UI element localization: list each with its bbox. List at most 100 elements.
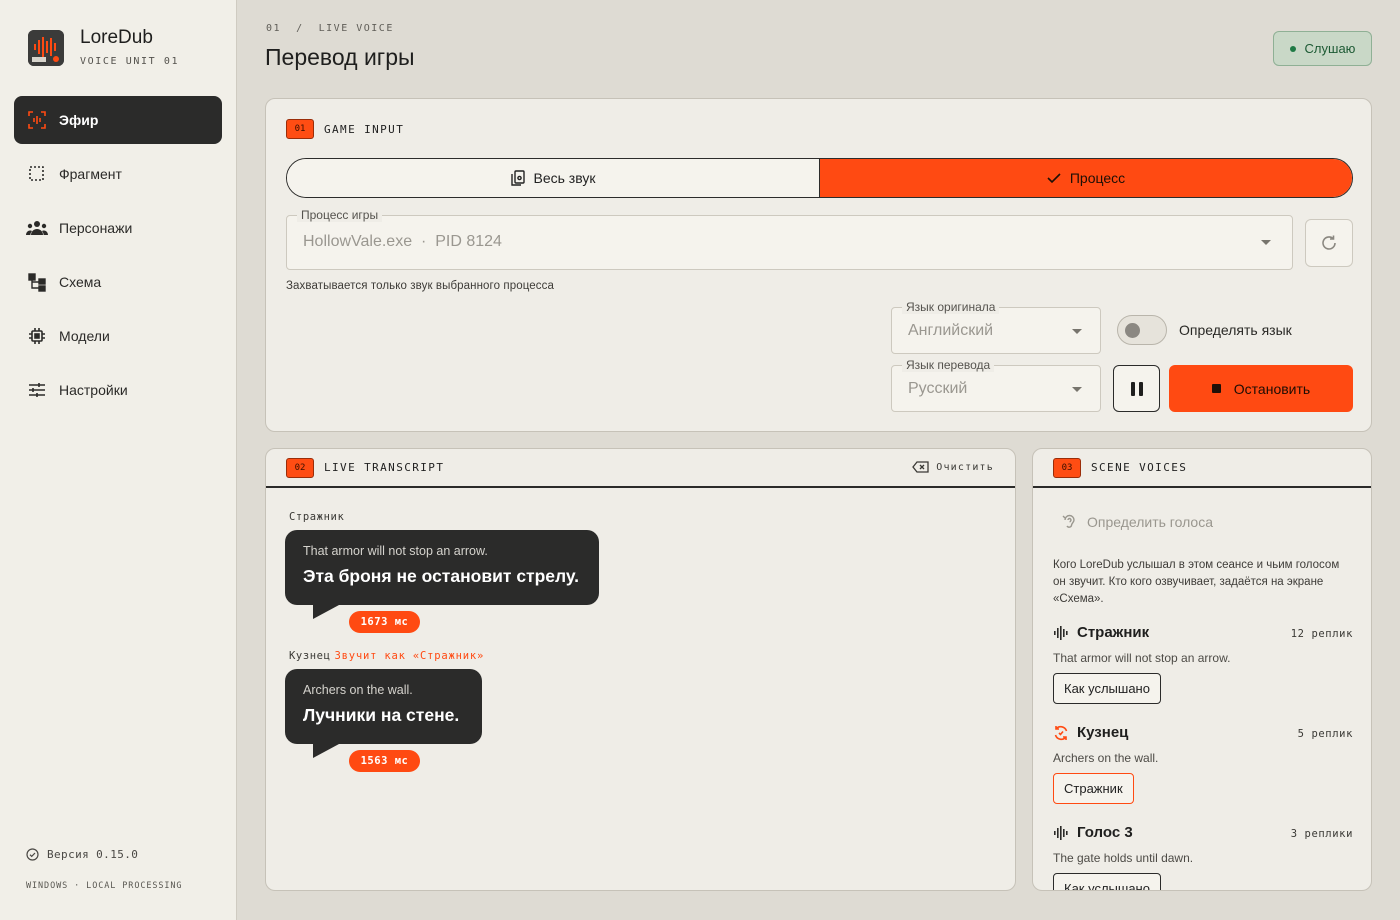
game-input-panel: 01 GAME INPUT Весь звук Процесс Процесс … <box>265 98 1372 432</box>
people-icon <box>26 217 48 239</box>
stop-button[interactable]: Остановить <box>1169 365 1353 412</box>
stop-icon <box>1211 384 1221 393</box>
clear-transcript-button[interactable]: Очистить <box>912 461 994 473</box>
voices-intro: Кого LoreDub услышал в этом сеансе и чьи… <box>1053 559 1340 605</box>
segment-process[interactable]: Процесс <box>819 159 1352 197</box>
status-dot <box>1289 45 1296 52</box>
voice-sample-line: Archers on the wall. <box>1053 751 1159 765</box>
refresh-processes-button[interactable] <box>1305 219 1353 267</box>
source-language-label: Язык оригинала <box>902 300 1000 314</box>
sidebar-item-characters[interactable]: Персонажи <box>14 204 222 252</box>
scene-voices-panel: 03 SCENE VOICES Определить голоса Кого L… <box>1032 448 1372 891</box>
latency-badge: 1563 мс <box>349 750 420 772</box>
version-info: Версия 0.15.0 <box>26 848 182 861</box>
line-count: 5 реплик <box>1297 728 1353 740</box>
transcript-bubble: Archers on the wall. Лучники на стене. <box>285 669 482 758</box>
chevron-down-icon <box>1072 329 1082 334</box>
sidebar-item-label: Схема <box>59 274 102 290</box>
speaker-name: Кузнец <box>289 650 331 662</box>
sidebar-item-label: Настройки <box>59 382 128 398</box>
transcript-speaker: Кузнец Звучит как «Стражник» <box>289 650 484 662</box>
chip-icon <box>26 325 48 347</box>
process-select-value: HollowVale.exe · PID 8124 <box>303 233 502 250</box>
target-language-value: Русский <box>908 380 968 397</box>
chevron-down-icon <box>1261 240 1271 245</box>
sounds-as-label: Звучит как «Стражник» <box>334 650 485 662</box>
source-text: Archers on the wall. <box>303 683 413 697</box>
segment-all-audio[interactable]: Весь звук <box>287 159 819 197</box>
voice-name: Голос 3 <box>1053 824 1133 841</box>
voice-assignment-button[interactable]: Как услышано <box>1053 673 1161 704</box>
section-title: LIVE TRANSCRIPT <box>324 461 445 474</box>
backspace-icon <box>912 461 929 473</box>
platform-label: WINDOWS · LOCAL PROCESSING <box>26 881 183 891</box>
ear-icon <box>1062 514 1075 528</box>
detect-language-toggle[interactable] <box>1117 315 1167 345</box>
voice-assignment-button[interactable]: Как услышано <box>1053 873 1161 890</box>
sidebar-item-models[interactable]: Модели <box>14 312 222 360</box>
selection-icon <box>26 163 48 185</box>
sidebar-item-label: Модели <box>59 328 110 344</box>
voice-name-label: Голос 3 <box>1077 824 1133 841</box>
detect-voices-button[interactable]: Определить голоса <box>1061 513 1213 530</box>
check-badge-icon <box>26 848 39 861</box>
sidebar-item-schema[interactable]: Схема <box>14 258 222 306</box>
version-label: Версия 0.15.0 <box>47 848 139 861</box>
detect-language-label: Определять язык <box>1179 322 1292 338</box>
line-count: 12 реплик <box>1290 628 1353 640</box>
breadcrumb: 01 / LIVE VOICE <box>266 23 394 34</box>
sidebar-item-fragment[interactable]: Фрагмент <box>14 150 222 198</box>
sidebar-item-label: Эфир <box>59 112 99 128</box>
translated-text: Эта броня не остановит стрелу. <box>303 566 579 586</box>
brand: LoreDub VOICE UNIT 01 <box>28 28 179 67</box>
detect-voices-label: Определить голоса <box>1087 513 1213 530</box>
voice-name-label: Стражник <box>1077 624 1150 641</box>
line-count: 3 реплики <box>1290 828 1353 840</box>
pause-button[interactable] <box>1113 365 1160 412</box>
live-transcript-panel: 02 LIVE TRANSCRIPT Очистить Стражник Tha… <box>265 448 1016 891</box>
sidebar-item-live[interactable]: Эфир <box>14 96 222 144</box>
transcript-header: 02 LIVE TRANSCRIPT Очистить <box>266 449 1015 488</box>
sidebar: LoreDub VOICE UNIT 01 Эфир Фрагмент Перс… <box>0 0 237 920</box>
voice-sample-line: The gate holds until dawn. <box>1053 851 1194 865</box>
section-number-badge: 02 <box>286 457 314 478</box>
check-icon <box>1047 173 1061 184</box>
translated-text: Лучники на стене. <box>303 705 460 725</box>
app-name: LoreDub <box>80 27 153 48</box>
voice-name: Кузнец <box>1053 724 1128 741</box>
voice-sample-line: That armor will not stop an arrow. <box>1053 651 1231 665</box>
app-subtitle: VOICE UNIT 01 <box>80 56 180 67</box>
sidebar-item-label: Фрагмент <box>59 166 122 182</box>
sliders-icon <box>26 379 48 401</box>
target-language-label: Язык перевода <box>902 358 995 372</box>
source-language-select[interactable]: Язык оригинала Английский <box>891 300 1101 354</box>
target-language-select[interactable]: Язык перевода Русский <box>891 358 1101 412</box>
capture-mode-toggle: Весь звук Процесс <box>286 158 1353 198</box>
toggle-knob <box>1125 323 1140 338</box>
game-input-header: 01 GAME INPUT <box>286 119 404 139</box>
stack-icon <box>510 170 525 186</box>
section-number-badge: 01 <box>286 119 314 139</box>
source-language-value: Английский <box>908 322 994 339</box>
clear-label: Очистить <box>936 461 994 473</box>
voice-assignment-button[interactable]: Стражник <box>1053 773 1134 804</box>
source-text: That armor will not stop an arrow. <box>303 544 488 558</box>
sidebar-item-label: Персонажи <box>59 220 133 236</box>
voice-name-label: Кузнец <box>1077 724 1129 741</box>
segment-label: Процесс <box>1069 170 1126 186</box>
waveform-icon <box>1054 825 1068 840</box>
transcript-bubble: That armor will not stop an arrow. Эта б… <box>285 530 599 619</box>
schema-icon <box>26 271 48 293</box>
bubble-tail <box>313 744 339 758</box>
sidebar-item-settings[interactable]: Настройки <box>14 366 222 414</box>
app-logo-icon <box>28 29 64 66</box>
process-select-label: Процесс игры <box>297 208 383 222</box>
latency-badge: 1673 мс <box>349 611 420 633</box>
voices-header: 03 SCENE VOICES <box>1033 449 1371 488</box>
process-select[interactable]: Процесс игры HollowVale.exe · PID 8124 <box>286 208 1293 270</box>
page-title: Перевод игры <box>265 44 415 70</box>
speaker-name: Стражник <box>289 511 345 523</box>
capture-hint: Захватывается только звук выбранного про… <box>286 280 554 292</box>
status-badge: Слушаю <box>1273 31 1372 66</box>
segment-label: Весь звук <box>533 170 596 186</box>
